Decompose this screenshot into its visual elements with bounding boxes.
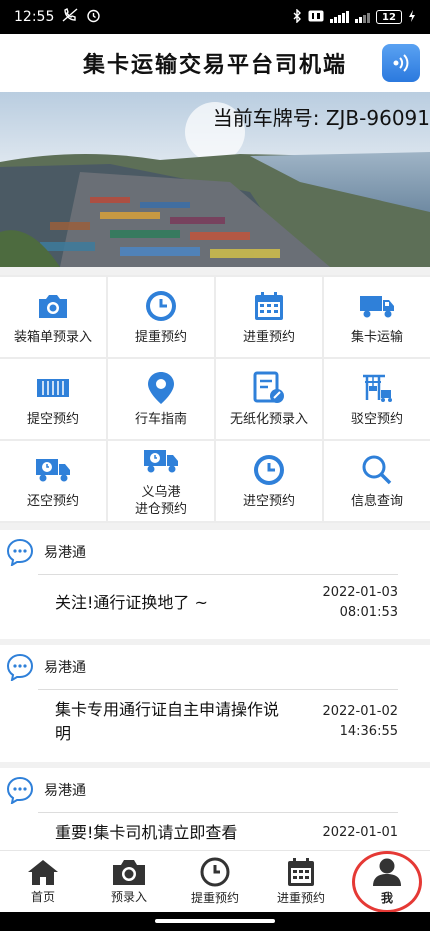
news-timestamp: 2022-01-03 08:01:53 [322, 583, 398, 623]
chat-bubble-icon [6, 776, 34, 804]
page-title: 集卡运输交易平台司机端 [82, 53, 347, 78]
plate-number-label: 当前车牌号: ZJB-96091 [212, 106, 430, 130]
location-pin-icon [143, 371, 179, 405]
menu-label: 还空预约 [26, 493, 79, 509]
signal-2-icon [355, 11, 370, 23]
tab-me[interactable]: 我 [344, 851, 430, 913]
bottom-tab-bar: 首页 预录入 提重预约 进重预约 我 [0, 850, 430, 913]
news-item[interactable]: 易港通 重要!集卡司机请立即查看 2022-01-01 [0, 768, 430, 850]
clock-icon [200, 857, 230, 887]
news-timestamp: 2022-01-01 [322, 823, 398, 843]
menu-label: 进重预约 [242, 329, 295, 345]
clock-icon [143, 289, 179, 323]
bluetooth-icon [292, 7, 302, 26]
hd-icon [308, 10, 324, 25]
menu-label: 提空预约 [26, 411, 79, 427]
news-item[interactable]: 易港通 关注!通行证换地了 ~ 2022-01-03 08:01:53 [0, 530, 430, 639]
menu-item-return-empty[interactable]: 还空预约 [0, 441, 106, 521]
calendar-icon [288, 858, 314, 886]
tab-pre-entry[interactable]: 预录入 [86, 851, 172, 912]
port-banner: 当前车牌号: ZJB-96091 [0, 92, 430, 267]
signal-icon [330, 11, 349, 23]
crane-icon [359, 371, 395, 405]
home-icon [28, 860, 58, 885]
truck-clock-icon [35, 453, 71, 487]
menu-label: 无纸化预录入 [229, 411, 308, 427]
calendar-icon [251, 289, 287, 323]
function-grid: 装箱单预录入 提重预约 进重预约 集卡运输 提空预约 行车指南 无纸化预录入 驳… [0, 275, 430, 523]
battery-icon: 12 [376, 10, 402, 24]
news-source: 易港通 [44, 545, 86, 561]
menu-item-enter-empty[interactable]: 进空预约 [216, 441, 322, 521]
tab-label: 预录入 [110, 890, 147, 904]
news-item[interactable]: 易港通 集卡专用通行证自主申请操作说明 2022-01-02 14:36:55 [0, 645, 430, 762]
system-nav-bar [0, 912, 430, 931]
menu-label: 信息查询 [350, 493, 403, 509]
menu-item-paperless[interactable]: 无纸化预录入 [216, 359, 322, 439]
tab-label: 首页 [30, 890, 55, 904]
voice-wave-icon [393, 54, 409, 72]
camera-icon [113, 860, 145, 885]
clock-icon [251, 453, 287, 487]
home-indicator[interactable] [155, 919, 275, 923]
tab-label: 提重预约 [190, 891, 239, 905]
news-feed: 易港通 关注!通行证换地了 ~ 2022-01-03 08:01:53 易港通 … [0, 530, 430, 850]
battery-level: 12 [382, 11, 396, 23]
menu-label: 驳空预约 [350, 411, 403, 427]
status-bar: 12:55 12 [0, 0, 430, 34]
search-icon [359, 453, 395, 487]
news-timestamp: 2022-01-02 14:36:55 [322, 702, 398, 742]
news-time: 14:36:55 [339, 724, 398, 739]
truck-icon [359, 289, 395, 323]
no-call-icon [62, 8, 78, 26]
highlight-circle [352, 851, 422, 913]
news-source: 易港通 [44, 660, 86, 676]
tab-label: 进重预约 [276, 891, 325, 905]
news-date: 2022-01-02 [322, 704, 398, 719]
alarm-icon [86, 8, 101, 27]
document-edit-icon [251, 371, 287, 405]
menu-label: 行车指南 [134, 411, 187, 427]
menu-label: 提重预约 [134, 329, 187, 345]
news-date: 2022-01-03 [322, 585, 398, 600]
status-time: 12:55 [14, 9, 55, 25]
menu-item-truck-transport[interactable]: 集卡运输 [324, 277, 430, 357]
menu-item-yiwu-warehouse[interactable]: 义乌港 进仓预约 [108, 441, 214, 521]
chat-bubble-icon [6, 538, 34, 566]
voice-button[interactable] [382, 44, 420, 82]
camera-icon [35, 289, 71, 323]
menu-item-enter-heavy[interactable]: 进重预约 [216, 277, 322, 357]
container-icon [35, 371, 71, 405]
menu-item-pickup-empty[interactable]: 提空预约 [0, 359, 106, 439]
tab-pickup-heavy[interactable]: 提重预约 [172, 851, 258, 912]
tab-enter-heavy[interactable]: 进重预约 [258, 851, 344, 912]
news-headline: 集卡专用通行证自主申请操作说明 [55, 700, 280, 743]
charging-icon [408, 9, 416, 25]
news-headline: 关注!通行证换地了 ~ [55, 593, 208, 612]
news-time: 08:01:53 [339, 605, 398, 620]
menu-item-pickup-heavy[interactable]: 提重预约 [108, 277, 214, 357]
news-date: 2022-01-01 [322, 825, 398, 840]
menu-item-info-query[interactable]: 信息查询 [324, 441, 430, 521]
news-headline: 重要!集卡司机请立即查看 [55, 823, 238, 842]
news-source: 易港通 [44, 783, 86, 799]
truck-clock-icon [143, 444, 179, 478]
menu-label: 进空预约 [242, 493, 295, 509]
app-header: 集卡运输交易平台司机端 [0, 34, 430, 92]
menu-item-packing-list[interactable]: 装箱单预录入 [0, 277, 106, 357]
menu-item-driving-guide[interactable]: 行车指南 [108, 359, 214, 439]
menu-label: 集卡运输 [350, 329, 403, 345]
menu-label: 装箱单预录入 [13, 329, 92, 345]
app-screen: 12:55 12 集卡运输交易平台司机端 当前车牌号: ZJB-96091 装箱… [0, 0, 430, 931]
menu-label: 义乌港 进仓预约 [134, 485, 187, 517]
tab-home[interactable]: 首页 [0, 851, 86, 912]
menu-item-barge-empty[interactable]: 驳空预约 [324, 359, 430, 439]
chat-bubble-icon [6, 653, 34, 681]
